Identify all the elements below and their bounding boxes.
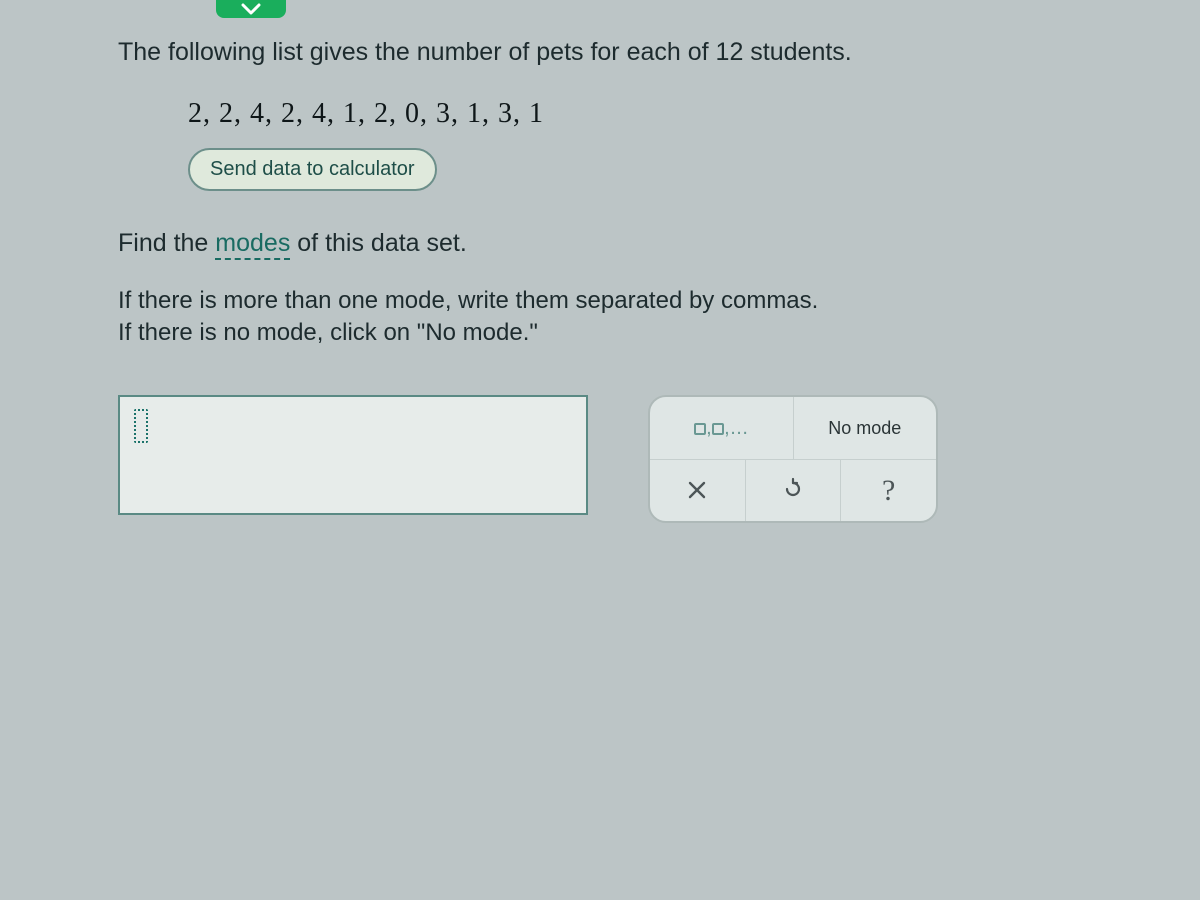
undo-button[interactable] — [745, 460, 841, 521]
send-to-calculator-button[interactable]: Send data to calculator — [188, 148, 437, 191]
data-values: 2, 2, 4, 2, 4, 1, 2, 0, 3, 1, 3, 1 — [188, 98, 1120, 130]
hint-line-2: If there is no mode, click on "No mode." — [118, 317, 1120, 349]
hint-line-1: If there is more than one mode, write th… — [118, 285, 1120, 317]
glossary-term-modes[interactable]: modes — [215, 229, 290, 260]
undo-icon — [781, 477, 805, 505]
close-icon — [687, 478, 707, 504]
help-button[interactable]: ? — [840, 460, 936, 521]
clear-button[interactable] — [650, 460, 745, 521]
chevron-down-icon — [240, 2, 262, 16]
question-intro: The following list gives the number of p… — [118, 36, 1120, 70]
answer-toolbox: ,,... No mode — [648, 395, 938, 523]
insert-list-template-button[interactable]: ,,... — [650, 397, 793, 459]
answer-input[interactable] — [118, 395, 588, 515]
prompt-prefix: Find the — [118, 229, 215, 257]
input-cursor-icon — [134, 409, 148, 443]
help-icon: ? — [882, 476, 895, 506]
list-template-icon: ,,... — [694, 417, 748, 440]
no-mode-button[interactable]: No mode — [793, 397, 937, 459]
status-tab-correct — [216, 0, 286, 18]
prompt-suffix: of this data set. — [290, 229, 467, 257]
